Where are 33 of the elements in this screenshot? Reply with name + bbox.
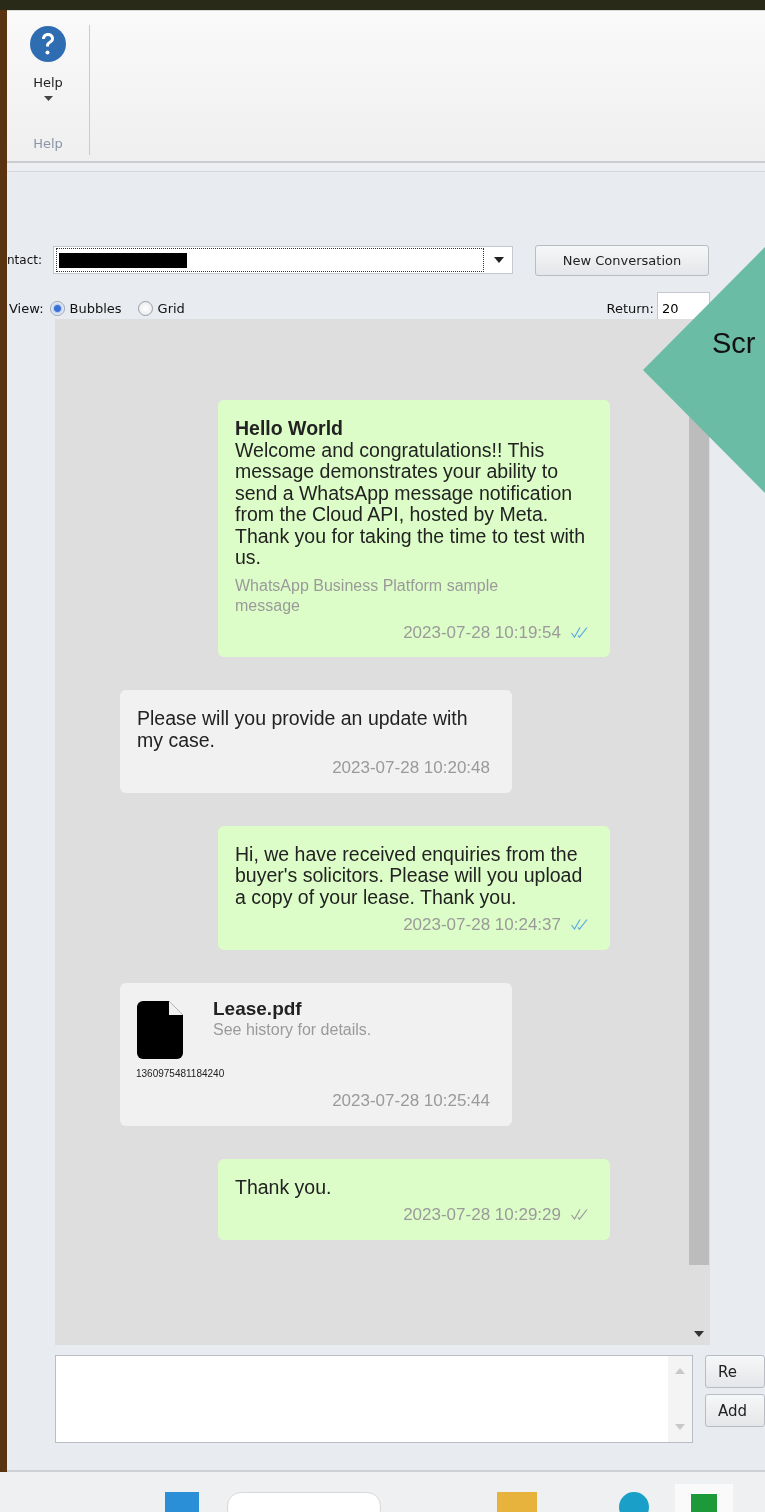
file-id: 1360975481184240	[136, 1066, 226, 1081]
message-text: Hi, we have received enquiries from the buyer's solicitors. Please will you upload a copy of your lease. Thank you.	[235, 843, 584, 908]
message-text: Thank you.	[235, 1176, 333, 1198]
scroll-down-icon[interactable]	[694, 1331, 704, 1337]
contact-dropdown[interactable]	[53, 246, 513, 274]
document-icon	[137, 1000, 183, 1059]
file-subtitle: See history for details.	[213, 1020, 372, 1040]
new-conversation-button[interactable]: New Conversation	[535, 244, 709, 276]
radio-label[interactable]: Bubbles	[69, 300, 122, 316]
dropdown-caret-icon[interactable]	[494, 257, 504, 263]
side-button[interactable]: Add	[705, 1394, 765, 1427]
message-time: 2023-07-28 10:24:37	[403, 914, 561, 936]
help-button[interactable]: Help	[25, 25, 71, 101]
message-text: Welcome and congratulations!! This message demonstrates your ability to send a WhatsApp message notification from the Cloud API, hosted by Meta. Thank you for taking the time to test with us.	[235, 439, 587, 569]
app-icon[interactable]	[675, 1484, 733, 1512]
help-icon[interactable]	[29, 25, 67, 63]
scroll-up-icon[interactable]	[675, 1368, 685, 1374]
caret-icon[interactable]	[43, 96, 53, 101]
view-label: View:	[9, 300, 44, 316]
message-footer: WhatsApp Business Platform sample message	[235, 575, 588, 616]
group-caption: Help	[33, 136, 63, 151]
message-time: 2023-07-28 10:25:44	[332, 1090, 490, 1112]
message-time: 2023-07-28 10:19:54	[403, 621, 561, 643]
radio-label[interactable]: Grid	[157, 300, 185, 316]
message-text: Please will you provide an update with my case.	[137, 708, 469, 751]
radio-button[interactable]	[137, 300, 153, 316]
file-name[interactable]: Lease.pdf	[213, 997, 372, 1019]
side-button[interactable]: Re	[705, 1355, 765, 1388]
message-input-field[interactable]	[55, 1355, 693, 1443]
radio-button[interactable]	[49, 300, 65, 316]
message-title: Hello World	[235, 418, 344, 440]
message-time: 2023-07-28 10:20:48	[332, 757, 490, 779]
message-time: 2023-07-28 10:29:29	[403, 1204, 561, 1226]
